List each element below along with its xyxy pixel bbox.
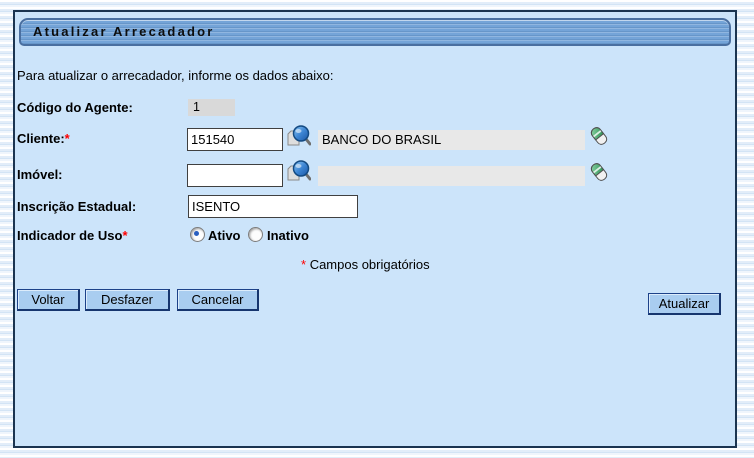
radio-ativo[interactable]: [190, 227, 205, 242]
cliente-search-magnifier-icon[interactable]: [285, 123, 311, 149]
imovel-eraser-icon[interactable]: [586, 159, 612, 185]
indicador-uso-label: Indicador de Uso*: [17, 228, 128, 243]
indicador-uso-label-text: Indicador de Uso: [17, 228, 123, 243]
required-note-mark: *: [301, 257, 307, 272]
titlebar: Atualizar Arrecadador: [19, 18, 731, 46]
radio-ativo-label: Ativo: [208, 228, 241, 243]
atualizar-button[interactable]: Atualizar: [648, 293, 721, 315]
radio-inativo-label: Inativo: [267, 228, 309, 243]
page-background: Atualizar Arrecadador Para atualizar o a…: [0, 0, 754, 458]
imovel-display: [318, 166, 585, 186]
cliente-eraser-icon[interactable]: [586, 123, 612, 149]
inscricao-estadual-input[interactable]: [188, 195, 358, 218]
codigo-agente-label: Código do Agente:: [17, 100, 133, 115]
cliente-input[interactable]: [187, 128, 283, 151]
cliente-label-text: Cliente:: [17, 131, 65, 146]
inscricao-estadual-label: Inscrição Estadual:: [17, 199, 137, 214]
desfazer-button[interactable]: Desfazer: [85, 289, 170, 311]
radio-inativo[interactable]: [248, 227, 263, 242]
cliente-label: Cliente:*: [17, 131, 70, 146]
imovel-label: Imóvel:: [17, 167, 63, 182]
imovel-input[interactable]: [187, 164, 283, 187]
required-note: * Campos obrigatórios: [301, 257, 430, 272]
required-note-text: Campos obrigatórios: [309, 257, 430, 272]
cliente-display: BANCO DO BRASIL: [318, 130, 585, 150]
form-panel: Atualizar Arrecadador Para atualizar o a…: [13, 10, 737, 448]
page-title: Atualizar Arrecadador: [33, 24, 215, 39]
intro-text: Para atualizar o arrecadador, informe os…: [17, 68, 334, 83]
cancelar-button[interactable]: Cancelar: [177, 289, 259, 311]
indicador-uso-required-mark: *: [122, 228, 128, 243]
codigo-agente-value: 1: [188, 99, 235, 116]
voltar-button[interactable]: Voltar: [17, 289, 80, 311]
imovel-search-magnifier-icon[interactable]: [285, 158, 311, 184]
cliente-required-mark: *: [64, 131, 70, 146]
